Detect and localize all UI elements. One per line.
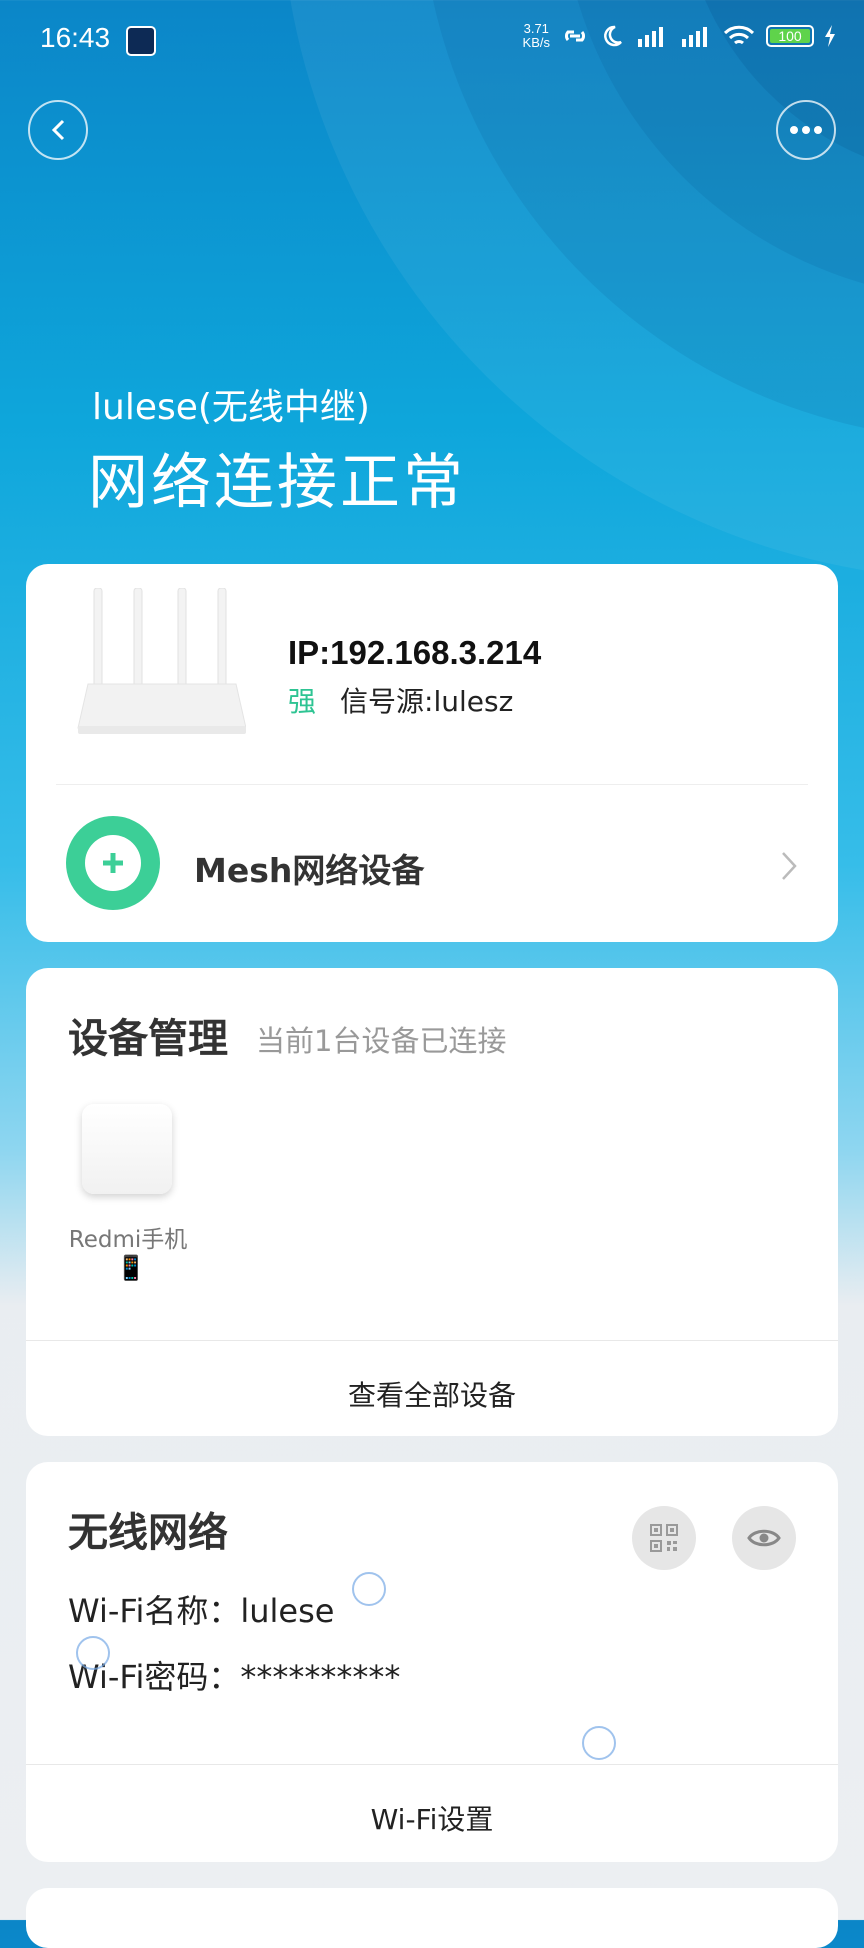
net-speed-value: 3.71 (523, 21, 549, 36)
charging-icon (825, 25, 835, 47)
device-section-title: 设备管理 (68, 1016, 228, 1062)
more-button[interactable] (776, 100, 836, 160)
signal-row: 强信号源:lulesz (288, 680, 513, 720)
phone-icon: 📱 (116, 1254, 146, 1282)
link-icon (565, 30, 585, 42)
battery-icon: 100 (766, 25, 814, 47)
router-name: lulese(无线中继) (92, 387, 370, 428)
divider (26, 1764, 838, 1765)
touch-indicator (582, 1726, 616, 1760)
signal-source: 信号源:lulesz (340, 685, 514, 718)
more-dots-icon (790, 126, 822, 134)
signal-hd-icon (638, 27, 663, 47)
connected-count: 当前1台设备已连接 (256, 1024, 507, 1058)
eye-icon (747, 1529, 781, 1547)
mesh-devices-label[interactable]: Mesh网络设备 (194, 844, 424, 892)
moon-icon (604, 25, 622, 47)
signal-hd-icon-2 (682, 27, 707, 47)
device-management-card: 设备管理 当前1台设备已连接 Redmi手机 📱 查看全部设备 (26, 968, 838, 1436)
router-image (77, 588, 246, 734)
router-card: IP:192.168.3.214 强信号源:lulesz Mesh网络设备 (26, 564, 838, 942)
ip-address: IP:192.168.3.214 (288, 634, 542, 671)
qr-code-icon (650, 1524, 678, 1552)
device-icon[interactable] (82, 1104, 172, 1194)
touch-indicator (352, 1572, 386, 1606)
wifi-icon (723, 25, 755, 45)
signal-strength: 强 (288, 685, 317, 718)
wifi-name: Wi-Fi名称：lulese (68, 1592, 335, 1630)
chevron-left-icon (51, 119, 65, 141)
battery-level: 100 (770, 29, 810, 43)
plus-icon (85, 835, 141, 891)
view-all-devices-button[interactable]: 查看全部设备 (26, 1374, 838, 1414)
status-bar: 16:43 3.71 KB/s 100 (0, 0, 864, 80)
net-speed: 3.71 KB/s (523, 22, 550, 50)
chevron-right-icon[interactable] (780, 850, 798, 882)
net-speed-unit: KB/s (522, 35, 550, 50)
wireless-section-title: 无线网络 (68, 1510, 228, 1556)
qr-code-button[interactable] (632, 1506, 696, 1570)
device-name[interactable]: Redmi手机 (56, 1220, 200, 1254)
app-notification-icon (126, 26, 156, 56)
add-mesh-button[interactable] (66, 816, 160, 910)
back-button[interactable] (28, 100, 88, 160)
touch-indicator (76, 1636, 110, 1670)
show-password-button[interactable] (732, 1506, 796, 1570)
wifi-settings-button[interactable]: Wi-Fi设置 (26, 1798, 838, 1838)
status-time: 16:43 (40, 22, 111, 53)
wireless-network-card: 无线网络 Wi-Fi名称：lulese Wi-Fi密码：********** W… (26, 1462, 838, 1862)
divider (26, 1340, 838, 1341)
wifi-password: Wi-Fi密码：********** (68, 1658, 401, 1696)
status-icons: 3.71 KB/s 100 (523, 22, 836, 50)
divider (56, 784, 808, 785)
connection-status-title: 网络连接正常 (88, 448, 466, 518)
next-card (26, 1888, 838, 1948)
